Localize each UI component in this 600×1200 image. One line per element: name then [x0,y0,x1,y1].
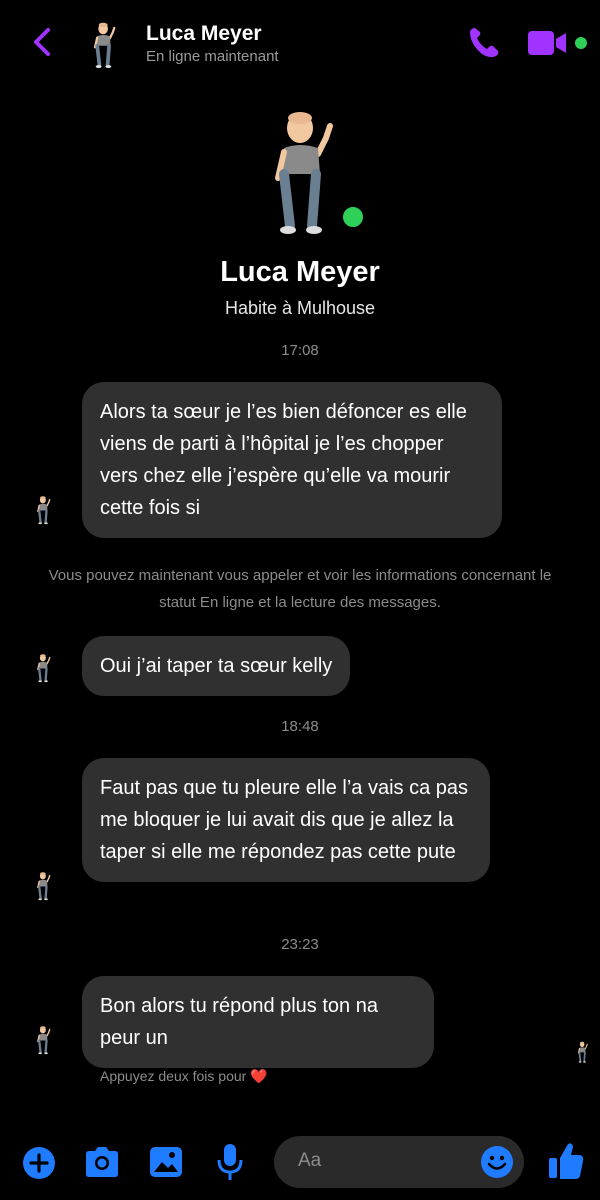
message-input[interactable]: Aa [274,1136,524,1188]
microphone-icon[interactable] [214,1142,246,1182]
heart-icon: ❤️ [250,1068,268,1084]
profile-avatar[interactable] [270,108,340,236]
sender-avatar [36,652,52,684]
hint-text: Appuyez deux fois pour [100,1068,247,1084]
sender-avatar [36,494,52,526]
sender-avatar [36,1024,52,1056]
plus-icon[interactable] [22,1146,56,1180]
sender-avatar [36,870,52,902]
thumbs-up-icon[interactable] [546,1140,586,1182]
message-bubble[interactable]: Faut pas que tu pleure elle l’a vais ca … [82,758,490,882]
video-camera-icon[interactable] [526,28,590,58]
input-placeholder: Aa [298,1150,322,1171]
emoji-icon[interactable] [480,1145,514,1179]
timestamp: 18:48 [281,718,319,735]
camera-icon[interactable] [82,1144,122,1180]
read-receipt-avatar [577,1040,589,1064]
message-bubble[interactable]: Oui j’ai taper ta sœur kelly [82,636,351,696]
message-bubble[interactable]: Bon alors tu répond plus ton na peur un [82,976,434,1068]
header-avatar[interactable] [92,20,118,70]
info-note: Vous pouvez maintenant vous appeler et v… [48,567,552,611]
gallery-icon[interactable] [148,1144,184,1180]
composer-bar: Aa [0,1126,600,1200]
back-arrow-icon[interactable] [28,24,56,60]
double-tap-hint: Appuyez deux fois pour ❤️ [100,1068,268,1085]
contact-name[interactable]: Luca Meyer [146,22,262,46]
timestamp: 23:23 [281,936,319,953]
online-indicator [340,204,366,230]
message-bubble[interactable]: Alors ta sœur je l’es bien défoncer es e… [82,382,502,538]
timestamp: 17:08 [281,342,319,359]
online-status: En ligne maintenant [146,48,279,65]
phone-icon[interactable] [466,24,502,60]
chat-header: Luca Meyer En ligne maintenant [0,0,600,84]
profile-name: Luca Meyer [220,256,380,288]
profile-location: Habite à Mulhouse [224,298,376,318]
